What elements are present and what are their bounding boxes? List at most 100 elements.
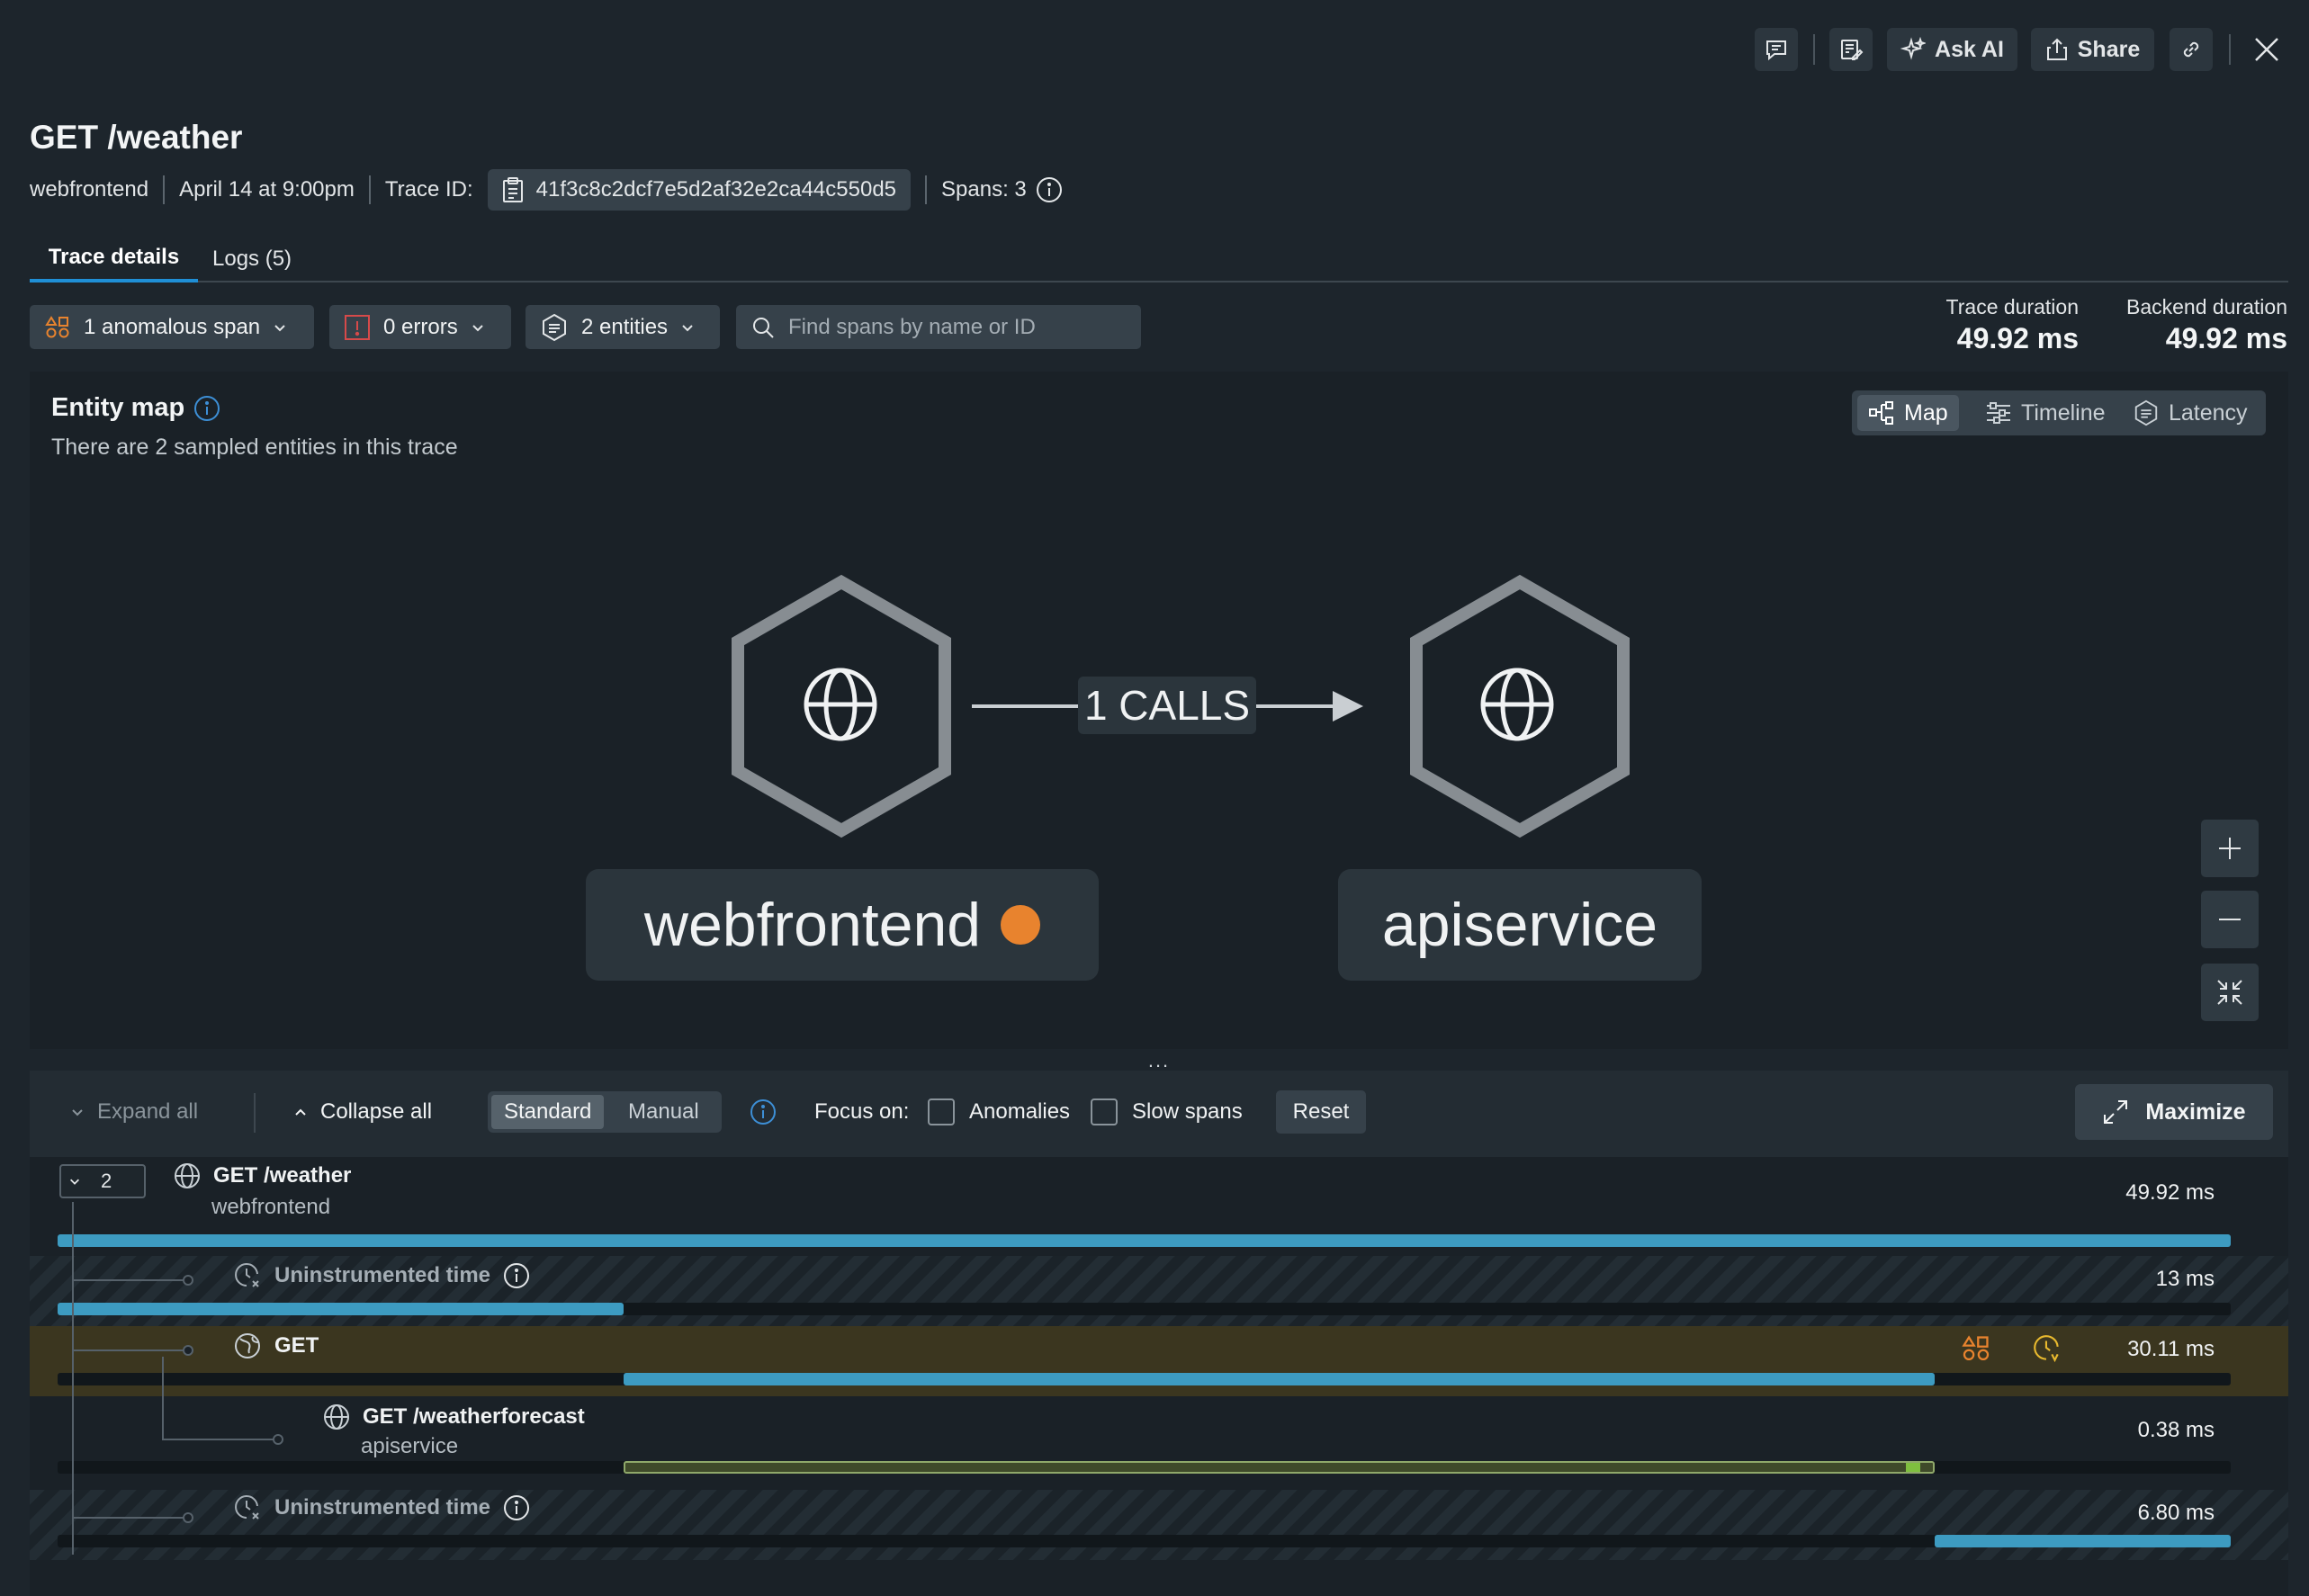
span-bar xyxy=(623,1373,1935,1385)
search-icon xyxy=(753,317,774,338)
focus-on-label: Focus on: xyxy=(814,1099,910,1124)
clipboard-icon xyxy=(502,177,523,202)
close-icon xyxy=(2255,38,2278,61)
page-title: GET /weather xyxy=(30,119,243,156)
entities-label: 2 entities xyxy=(581,314,669,339)
span-duration: 49.92 ms xyxy=(2125,1180,2215,1205)
info-icon[interactable] xyxy=(503,1494,530,1521)
tab-trace-details[interactable]: Trace details xyxy=(30,236,198,282)
meta-divider xyxy=(163,175,166,204)
edit-note-icon xyxy=(1841,40,1864,60)
span-service: apiservice xyxy=(361,1434,459,1458)
span-track xyxy=(58,1373,2231,1385)
info-icon[interactable] xyxy=(1036,176,1063,203)
expand-all-button[interactable]: Expand all xyxy=(70,1094,198,1130)
trace-id-copy[interactable]: 41f3c8c2dcf7e5d2af32e2ca44c550d5 xyxy=(487,169,912,211)
mode-standard-button[interactable]: Standard xyxy=(491,1095,605,1129)
maximize-button[interactable]: Maximize xyxy=(2075,1084,2273,1140)
webfrontend-node[interactable] xyxy=(732,574,951,838)
tree-connector xyxy=(72,1349,189,1351)
span-row[interactable]: GET /weatherforecast apiservice 0.38 ms xyxy=(30,1396,2288,1490)
span-row[interactable]: Uninstrumented time 13 ms xyxy=(30,1256,2288,1326)
chevron-down-icon xyxy=(70,1179,79,1185)
toolbar-divider xyxy=(254,1093,256,1133)
notes-button[interactable] xyxy=(1829,28,1873,71)
span-name-text: GET /weather xyxy=(213,1163,352,1188)
trace-timestamp: April 14 at 9:00pm xyxy=(179,177,355,202)
meta-divider xyxy=(368,175,371,204)
errors-filter[interactable]: 0 errors xyxy=(329,305,511,349)
anomalies-checkbox[interactable]: Anomalies xyxy=(928,1094,1070,1130)
tree-node-dot xyxy=(183,1275,193,1286)
anomalous-span-filter[interactable]: 1 anomalous span xyxy=(30,305,314,349)
entity-name[interactable]: webfrontend xyxy=(30,177,148,202)
zoom-out-button[interactable] xyxy=(2201,891,2259,948)
globe-icon xyxy=(324,1404,349,1430)
tree-connector xyxy=(72,1279,189,1281)
tree-connector xyxy=(72,1202,74,1555)
span-track xyxy=(58,1535,2231,1547)
span-bar xyxy=(58,1303,624,1315)
span-name: Uninstrumented time xyxy=(233,1493,530,1522)
collapse-children-button[interactable]: 2 xyxy=(59,1164,146,1198)
fit-view-button[interactable] xyxy=(2201,964,2259,1021)
span-duration: 0.38 ms xyxy=(2137,1418,2215,1442)
tab-logs[interactable]: Logs (5) xyxy=(212,236,292,282)
entities-filter[interactable]: 2 entities xyxy=(526,305,720,349)
anomaly-icon xyxy=(45,315,69,337)
apiservice-label[interactable]: apiservice xyxy=(1338,869,1702,981)
globe-icon xyxy=(175,1163,200,1188)
trace-id-label: Trace ID: xyxy=(384,177,473,202)
span-row[interactable]: Uninstrumented time 6.80 ms xyxy=(30,1490,2288,1560)
anomaly-icon xyxy=(1962,1335,1990,1361)
mode-manual-label: Manual xyxy=(628,1099,699,1124)
children-count: 2 xyxy=(101,1170,112,1192)
meta-divider xyxy=(925,175,928,204)
trace-duration-label: Trace duration xyxy=(1945,295,2079,318)
collapse-all-label: Collapse all xyxy=(320,1099,433,1124)
close-button[interactable] xyxy=(2251,34,2282,65)
apiservice-node[interactable] xyxy=(1410,574,1630,838)
span-search-input[interactable]: Find spans by name or ID xyxy=(736,305,1141,349)
mode-standard-label: Standard xyxy=(504,1099,592,1124)
slow-spans-checkbox[interactable]: Slow spans xyxy=(1091,1094,1243,1130)
tree-connector xyxy=(162,1357,164,1439)
span-service: webfrontend xyxy=(211,1195,331,1219)
anomalies-checkbox-box[interactable] xyxy=(928,1098,955,1125)
zoom-in-button[interactable] xyxy=(2201,820,2259,877)
slow-spans-label: Slow spans xyxy=(1132,1099,1243,1124)
sparkle-icon xyxy=(1900,37,1927,60)
apiservice-label-text: apiservice xyxy=(1381,891,1658,959)
info-icon[interactable] xyxy=(503,1262,530,1289)
share-icon xyxy=(2046,38,2067,60)
resize-handle[interactable]: ... xyxy=(1143,1049,1175,1072)
share-button[interactable]: Share xyxy=(2031,28,2154,71)
expand-arrows-icon xyxy=(2104,1100,2128,1124)
chevron-up-icon xyxy=(295,1108,306,1116)
ask-ai-label: Ask AI xyxy=(1935,36,2004,62)
webfrontend-label[interactable]: webfrontend xyxy=(586,869,1099,981)
copy-link-button[interactable] xyxy=(2170,28,2213,71)
collapse-all-button[interactable]: Collapse all xyxy=(293,1094,432,1130)
span-bar-outline xyxy=(623,1461,1935,1474)
reset-button[interactable]: Reset xyxy=(1276,1090,1366,1134)
span-bar xyxy=(1934,1535,2231,1547)
maximize-label: Maximize xyxy=(2145,1098,2246,1125)
comment-button[interactable] xyxy=(1755,28,1798,71)
span-duration: 6.80 ms xyxy=(2137,1501,2215,1525)
entity-icon xyxy=(543,313,566,341)
backend-duration-label: Backend duration xyxy=(2125,295,2287,318)
slow-span-icon xyxy=(2034,1335,2059,1363)
tree-connector xyxy=(72,1517,189,1519)
tree-node-dot xyxy=(183,1512,193,1523)
span-row[interactable]: 2 GET /weather webfrontend 49.92 ms xyxy=(30,1157,2288,1256)
ask-ai-button[interactable]: Ask AI xyxy=(1887,28,2017,71)
slow-spans-checkbox-box[interactable] xyxy=(1091,1098,1118,1125)
span-row[interactable]: GET 30.11 ms xyxy=(30,1326,2288,1396)
info-icon[interactable] xyxy=(750,1098,777,1125)
trace-meta: webfrontend April 14 at 9:00pm Trace ID:… xyxy=(30,169,1063,211)
mode-manual-button[interactable]: Manual xyxy=(615,1095,712,1129)
toolbar-divider xyxy=(1813,34,1815,65)
tree-node-dot xyxy=(273,1434,283,1445)
tree-connector xyxy=(162,1439,279,1440)
